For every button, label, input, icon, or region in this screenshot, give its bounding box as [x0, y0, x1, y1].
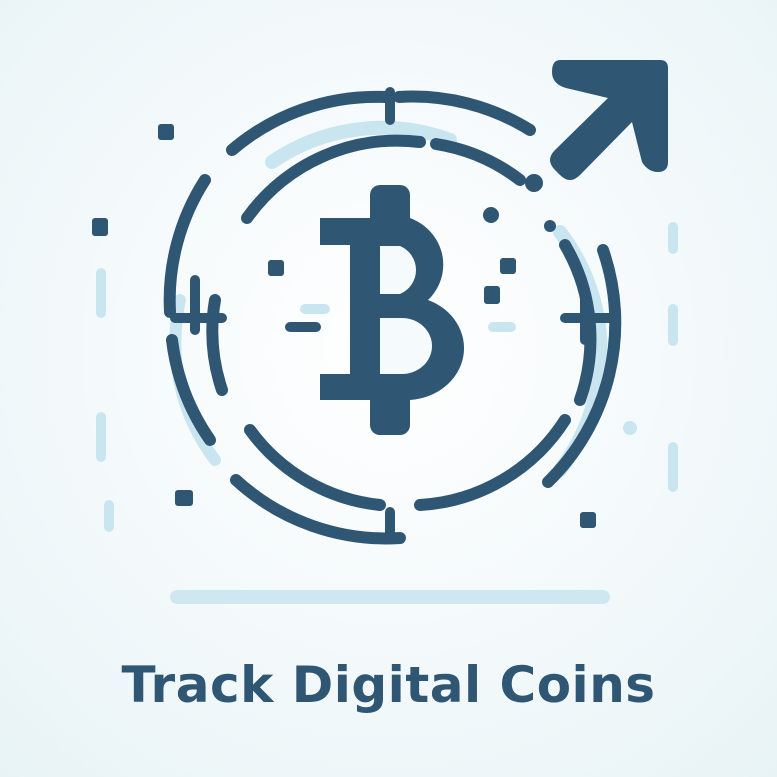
- caption-text: Track Digital Coins: [121, 656, 656, 714]
- bitcoin-symbol-icon: [320, 185, 465, 435]
- logo-canvas: Track Digital Coins: [0, 0, 777, 777]
- trend-up-arrow-icon: [550, 60, 668, 180]
- ground-shadow: [170, 590, 610, 604]
- bitcoin-tracker-emblem: [92, 60, 678, 545]
